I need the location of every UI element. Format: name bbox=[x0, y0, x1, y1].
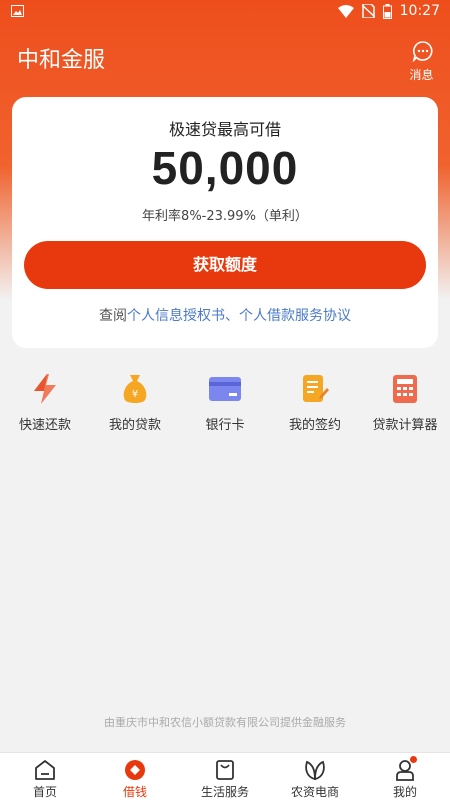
image-notification-icon bbox=[11, 5, 24, 17]
interest-rate: 年利率8%-23.99%（单利） bbox=[142, 209, 308, 224]
battery-icon bbox=[382, 3, 392, 19]
shortcut-my-loans[interactable]: ¥ 我的贷款 bbox=[90, 372, 180, 442]
loan-card: 极速贷最高可借 50,000 年利率8%-23.99%（单利） 获取额度 查阅个… bbox=[12, 97, 438, 348]
nav-label: 我的 bbox=[392, 785, 417, 799]
shortcut-label: 银行卡 bbox=[205, 418, 245, 433]
no-sim-icon bbox=[361, 4, 375, 18]
shortcut-label: 贷款计算器 bbox=[372, 418, 438, 433]
chat-bubble-icon bbox=[412, 41, 433, 63]
shortcut-label: 我的签约 bbox=[288, 418, 341, 433]
message-button[interactable]: 消息 bbox=[409, 40, 436, 83]
shortcut-bank-card[interactable]: 银行卡 bbox=[180, 372, 270, 442]
nav-label: 首页 bbox=[32, 785, 57, 799]
nav-life-services[interactable]: 生活服务 bbox=[180, 753, 270, 801]
leaf-icon bbox=[305, 760, 325, 781]
bottom-nav: 首页 借钱 生活服务 农资电商 我的 bbox=[0, 752, 450, 801]
status-bar: 10:27 bbox=[0, 0, 450, 24]
nav-label: 农资电商 bbox=[290, 785, 339, 799]
get-credit-button[interactable]: 获取额度 bbox=[24, 241, 426, 289]
svg-text:¥: ¥ bbox=[132, 389, 138, 400]
nav-mine[interactable]: 我的 bbox=[360, 753, 450, 801]
wifi-icon bbox=[337, 4, 354, 18]
shortcut-quick-repay[interactable]: 快速还款 bbox=[0, 372, 90, 442]
bank-card-icon bbox=[209, 377, 241, 401]
shortcut-label: 快速还款 bbox=[18, 418, 71, 433]
contract-icon bbox=[303, 375, 329, 402]
agreement-line: 查阅个人信息授权书、个人借款服务协议 bbox=[12, 305, 438, 325]
nav-label: 借钱 bbox=[122, 785, 147, 799]
agreement-prefix: 查阅 bbox=[99, 308, 127, 324]
shortcut-my-contracts[interactable]: 我的签约 bbox=[270, 372, 360, 442]
service-provider-note: 由重庆市中和农信小额贷款有限公司提供金融服务 bbox=[104, 716, 346, 729]
max-loan-amount: 50,000 bbox=[151, 142, 299, 194]
calculator-icon bbox=[393, 375, 417, 403]
agreement-links[interactable]: 个人信息授权书、个人借款服务协议 bbox=[127, 308, 351, 324]
borrow-icon bbox=[125, 760, 145, 780]
shortcut-grid: 快速还款 ¥ 我的贷款 银行卡 我的签约 贷款计算器 bbox=[0, 372, 450, 442]
shortcut-label: 我的贷款 bbox=[108, 418, 161, 433]
notification-dot bbox=[410, 756, 417, 763]
nav-borrow[interactable]: 借钱 bbox=[90, 753, 180, 801]
nav-label: 生活服务 bbox=[200, 785, 249, 799]
home-icon bbox=[35, 760, 55, 780]
shopping-bag-icon bbox=[216, 760, 234, 780]
status-time: 10:27 bbox=[399, 3, 440, 19]
money-bag-icon: ¥ bbox=[123, 375, 147, 403]
lightning-icon bbox=[34, 374, 56, 404]
nav-home[interactable]: 首页 bbox=[0, 753, 90, 801]
title-bar: 中和金服 消息 bbox=[0, 30, 450, 86]
nav-agri-ecommerce[interactable]: 农资电商 bbox=[270, 753, 360, 801]
app-title: 中和金服 bbox=[17, 48, 106, 73]
message-label: 消息 bbox=[409, 68, 434, 82]
loan-card-title: 极速贷最高可借 bbox=[168, 120, 281, 139]
shortcut-loan-calculator[interactable]: 贷款计算器 bbox=[360, 372, 450, 442]
